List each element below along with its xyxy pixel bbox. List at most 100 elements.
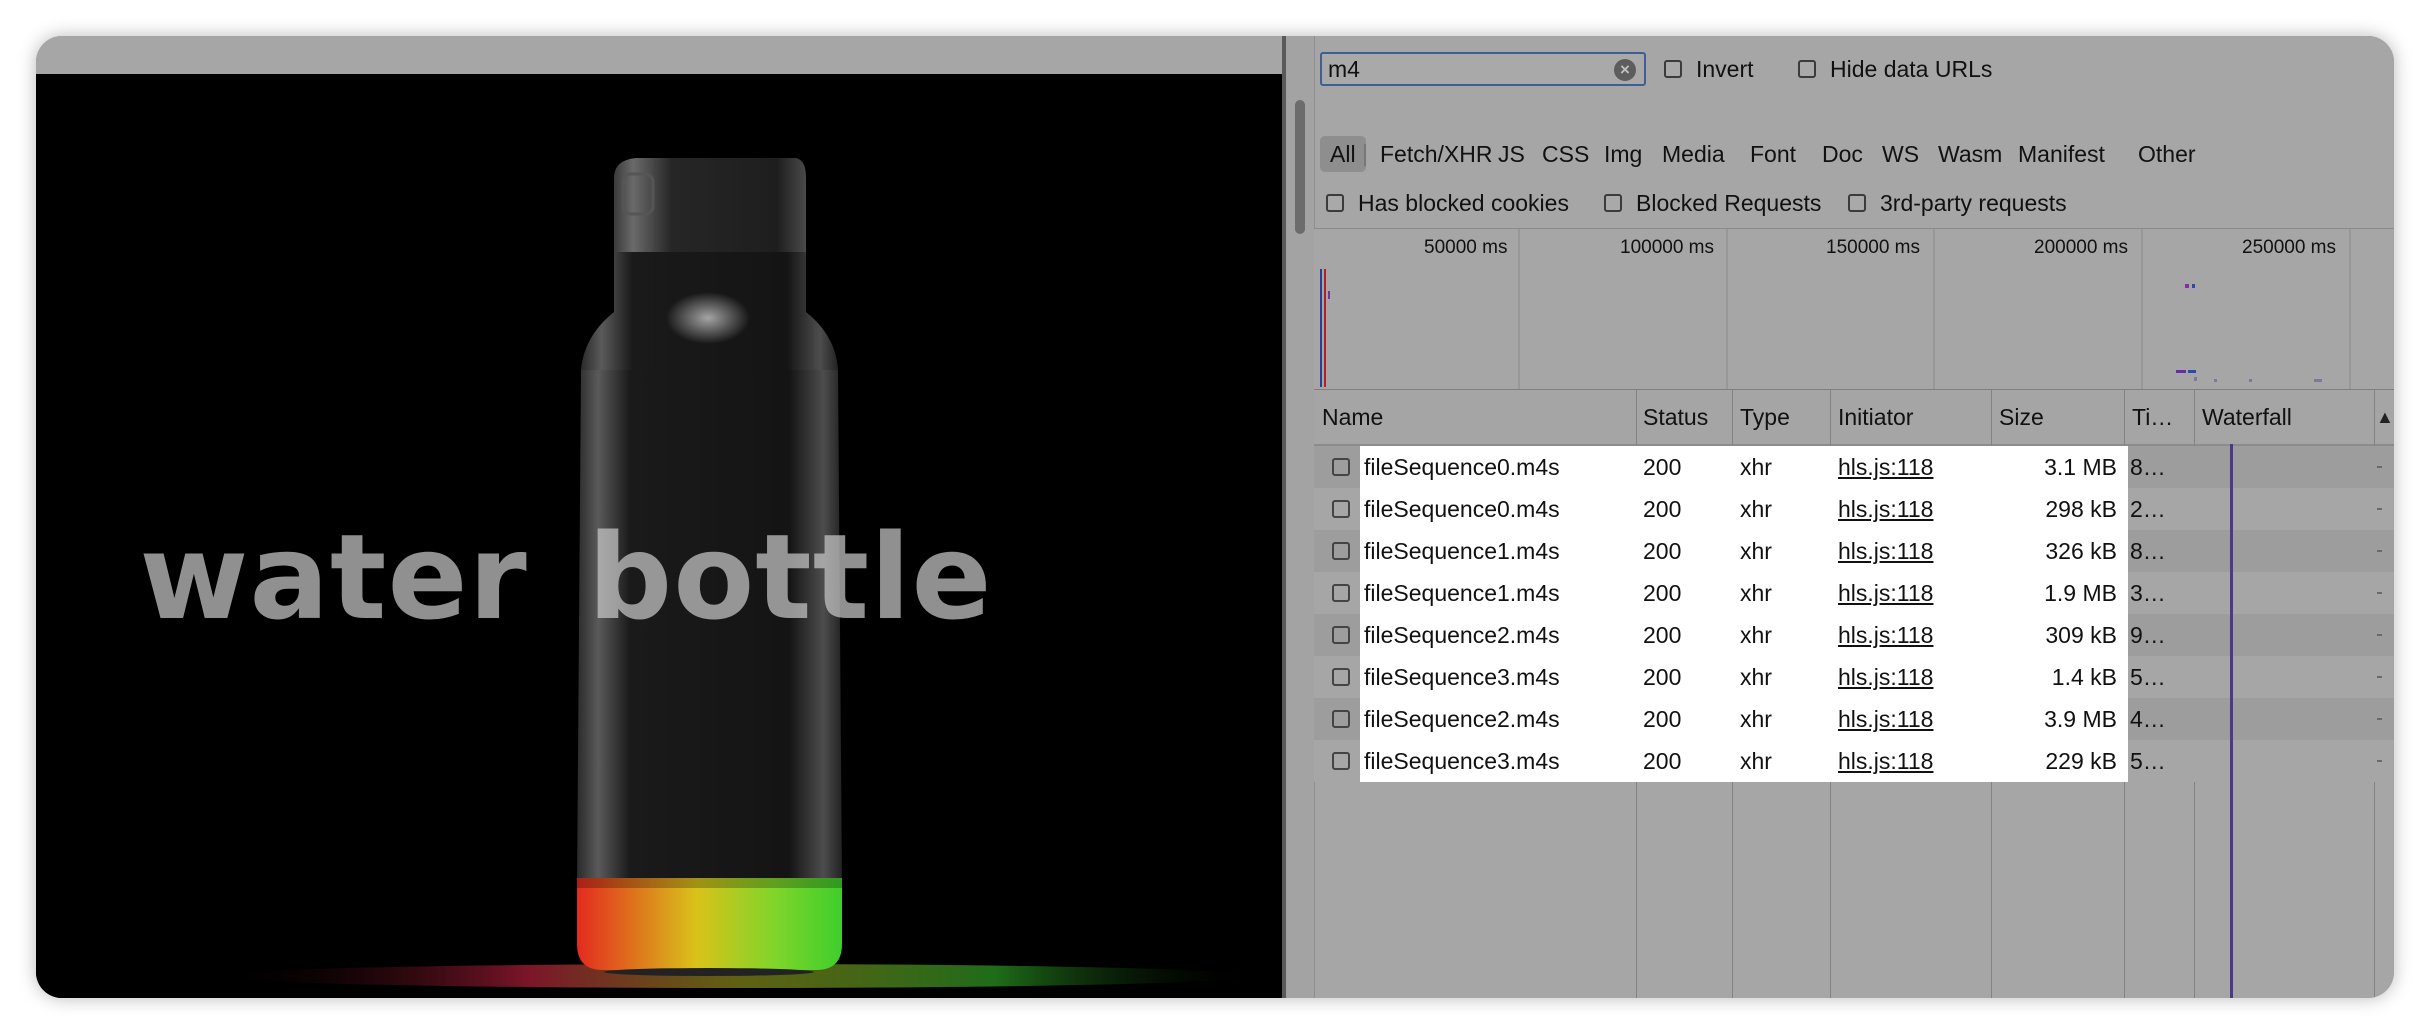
cell-initiator[interactable]: hls.js:118 — [1838, 614, 1988, 656]
filter-field[interactable]: × — [1320, 52, 1646, 86]
waterfall-tick — [2377, 466, 2382, 468]
cell-type: xhr — [1740, 580, 1772, 606]
invert-label: Invert — [1696, 55, 1754, 82]
filter-toolbar: × Invert Hide data URLs — [1314, 50, 2394, 90]
cell-name: fileSequence0.m4s — [1364, 454, 1560, 480]
type-filter-js[interactable]: JS — [1498, 136, 1525, 172]
cell-time: 3… — [2130, 580, 2166, 606]
column-header-size[interactable]: Size — [1999, 390, 2044, 444]
type-filter-img[interactable]: Img — [1604, 136, 1642, 172]
waterfall-tick — [2377, 550, 2382, 552]
cell-name: fileSequence2.m4s — [1364, 706, 1560, 732]
clear-circle-icon[interactable]: × — [1614, 59, 1636, 81]
cell-time: 5… — [2130, 748, 2166, 774]
network-overview-timeline[interactable]: 50000 ms 100000 ms 150000 ms 200000 ms 2… — [1314, 228, 2394, 391]
row-checkbox[interactable] — [1332, 752, 1350, 770]
cell-size: 1.4 kB — [2051, 664, 2117, 690]
type-filter-wasm[interactable]: Wasm — [1938, 136, 2002, 172]
network-panel-main: × Invert Hide data URLs All Fetch/XHR JS… — [1314, 36, 2394, 998]
third-party-requests-checkbox[interactable]: 3rd-party requests — [1848, 186, 2067, 220]
waterfall-tick — [2377, 592, 2382, 594]
cell-status: 200 — [1643, 580, 1682, 606]
cell-type: xhr — [1740, 664, 1772, 690]
column-header-type[interactable]: Type — [1740, 390, 1790, 444]
scrollbar-thumb[interactable] — [1295, 100, 1305, 234]
row-checkbox[interactable] — [1332, 542, 1350, 560]
checkbox-box[interactable] — [1798, 60, 1816, 78]
row-checkbox[interactable] — [1332, 710, 1350, 728]
type-filter-other[interactable]: Other — [2138, 136, 2196, 172]
type-filter-fetch-xhr[interactable]: Fetch/XHR — [1380, 136, 1492, 172]
table-header: Name Status Type Initiator Size Ti… Wate… — [1314, 390, 2394, 446]
cell-initiator[interactable]: hls.js:118 — [1838, 656, 1988, 698]
row-checkbox[interactable] — [1332, 626, 1350, 644]
sort-ascending-icon[interactable]: ▲ — [2376, 390, 2394, 444]
cell-size: 298 kB — [2045, 496, 2117, 522]
cell-type: xhr — [1740, 496, 1772, 522]
cell-size: 326 kB — [2045, 538, 2117, 564]
type-filter-manifest[interactable]: Manifest — [2018, 136, 2105, 172]
row-checkbox[interactable] — [1332, 668, 1350, 686]
checkbox-box[interactable] — [1604, 194, 1622, 212]
vertical-scrollbar[interactable] — [1286, 36, 1315, 998]
cell-name: fileSequence0.m4s — [1364, 496, 1560, 522]
waterfall-tick — [2377, 760, 2382, 762]
type-filter-ws[interactable]: WS — [1882, 136, 1919, 172]
overview-tick: 200000 ms — [2034, 237, 2129, 258]
column-header-waterfall[interactable]: Waterfall — [2202, 390, 2292, 444]
filter-input[interactable] — [1328, 54, 1598, 84]
blocked-requests-label: Blocked Requests — [1636, 189, 1822, 216]
checkbox-box[interactable] — [1326, 194, 1344, 212]
type-filter-css[interactable]: CSS — [1542, 136, 1589, 172]
overview-tick: 250000 ms — [2242, 237, 2337, 258]
cell-name: fileSequence1.m4s — [1364, 538, 1560, 564]
column-header-name[interactable]: Name — [1322, 390, 1383, 444]
waterfall-tick — [2377, 634, 2382, 636]
invert-checkbox[interactable]: Invert — [1664, 52, 1754, 86]
cell-type: xhr — [1740, 538, 1772, 564]
cell-size: 309 kB — [2045, 622, 2117, 648]
column-header-time[interactable]: Ti… — [2132, 390, 2173, 444]
cell-initiator[interactable]: hls.js:118 — [1838, 488, 1988, 530]
has-blocked-cookies-checkbox[interactable]: Has blocked cookies — [1326, 186, 1569, 220]
type-filter-font[interactable]: Font — [1750, 136, 1796, 172]
column-header-initiator[interactable]: Initiator — [1838, 390, 1913, 444]
checkbox-box[interactable] — [1664, 60, 1682, 78]
type-filter-doc[interactable]: Doc — [1822, 136, 1863, 172]
waterfall-tick — [2377, 676, 2382, 678]
column-header-status[interactable]: Status — [1643, 390, 1708, 444]
waterfall-tick — [2377, 718, 2382, 720]
cell-status: 200 — [1643, 706, 1682, 732]
cell-size: 1.9 MB — [2044, 580, 2117, 606]
has-blocked-cookies-label: Has blocked cookies — [1358, 189, 1569, 216]
cell-initiator[interactable]: hls.js:118 — [1838, 446, 1988, 488]
cell-status: 200 — [1643, 454, 1682, 480]
cell-size: 229 kB — [2045, 748, 2117, 774]
cell-name: fileSequence3.m4s — [1364, 748, 1560, 774]
cell-status: 200 — [1643, 496, 1682, 522]
cell-time: 4… — [2130, 706, 2166, 732]
cell-initiator[interactable]: hls.js:118 — [1838, 698, 1988, 740]
hide-data-urls-label: Hide data URLs — [1830, 55, 1993, 82]
video-player[interactable]: water bottle — [36, 74, 1282, 998]
cell-initiator[interactable]: hls.js:118 — [1838, 530, 1988, 572]
type-filter-all[interactable]: All — [1320, 136, 1366, 172]
row-checkbox[interactable] — [1332, 584, 1350, 602]
cell-type: xhr — [1740, 454, 1772, 480]
cell-status: 200 — [1643, 538, 1682, 564]
hide-data-urls-checkbox[interactable]: Hide data URLs — [1798, 52, 1992, 86]
video-overlay-title: water bottle — [139, 508, 993, 646]
cell-status: 200 — [1643, 622, 1682, 648]
cell-time: 9… — [2130, 622, 2166, 648]
cell-initiator[interactable]: hls.js:118 — [1838, 740, 1988, 782]
checkbox-box[interactable] — [1848, 194, 1866, 212]
row-checkbox[interactable] — [1332, 458, 1350, 476]
cell-initiator[interactable]: hls.js:118 — [1838, 572, 1988, 614]
type-filter-media[interactable]: Media — [1662, 136, 1725, 172]
cell-size: 3.1 MB — [2044, 454, 2117, 480]
cell-size: 3.9 MB — [2044, 706, 2117, 732]
cell-type: xhr — [1740, 622, 1772, 648]
waterfall-tick — [2377, 508, 2382, 510]
blocked-requests-checkbox[interactable]: Blocked Requests — [1604, 186, 1821, 220]
row-checkbox[interactable] — [1332, 500, 1350, 518]
